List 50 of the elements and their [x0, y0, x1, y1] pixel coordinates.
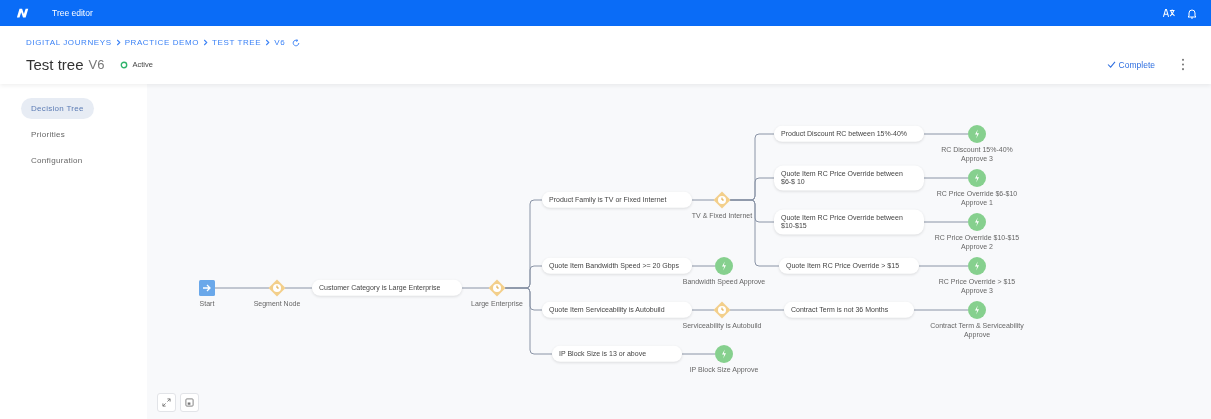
approve-node-icon[interactable]: [715, 257, 733, 275]
segment-node-icon[interactable]: [268, 279, 286, 297]
segment-node-icon[interactable]: [488, 279, 506, 297]
connector-line: [691, 265, 716, 267]
connector-line: [284, 287, 313, 289]
sidebar-item[interactable]: Configuration: [21, 150, 93, 171]
approve-node-icon[interactable]: [968, 257, 986, 275]
connector-line: [913, 309, 969, 311]
connector-line: [923, 221, 969, 223]
connector-line: [461, 287, 490, 289]
sidebar-item[interactable]: Decision Tree: [21, 98, 94, 119]
check-icon: [1106, 61, 1116, 68]
approve-node-icon[interactable]: [968, 301, 986, 319]
expand-icon: [162, 398, 171, 407]
notifications-icon[interactable]: [1187, 7, 1197, 19]
breadcrumb-link[interactable]: PRACTICE DEMO: [124, 38, 200, 47]
version-label: V6: [88, 57, 105, 72]
approve-node-icon[interactable]: [715, 345, 733, 363]
connector-line: [214, 287, 270, 289]
connector-line: [691, 199, 715, 201]
approve-node-icon[interactable]: [968, 169, 986, 187]
app-title: Tree editor: [52, 8, 93, 18]
approve-node-icon[interactable]: [968, 213, 986, 231]
translate-icon[interactable]: [1163, 8, 1175, 18]
connector-line: [691, 309, 715, 311]
chevron-right-icon: [265, 39, 271, 46]
chevron-right-icon: [203, 39, 209, 46]
connector-line: [918, 265, 969, 267]
segment-node-icon[interactable]: [713, 191, 731, 209]
chevron-right-icon: [115, 39, 121, 46]
start-node-icon[interactable]: [199, 280, 215, 296]
page-title: Test tree: [26, 56, 84, 73]
breadcrumb-link[interactable]: V6: [274, 38, 286, 47]
logo-icon: [16, 8, 30, 18]
connector-line: [923, 133, 969, 135]
connector-line: [729, 309, 785, 311]
complete-button[interactable]: Complete: [1102, 57, 1159, 72]
expand-button[interactable]: [157, 393, 176, 412]
breadcrumb-link[interactable]: DIGITAL JOURNEYS: [26, 38, 112, 47]
connector-line: [681, 353, 716, 355]
more-options-icon[interactable]: [1181, 58, 1185, 71]
status-icon: [120, 60, 129, 69]
approve-node-icon[interactable]: [968, 125, 986, 143]
segment-node-icon[interactable]: [713, 301, 731, 319]
sidebar-item[interactable]: Priorities: [21, 124, 76, 145]
fit-view-icon: [185, 398, 194, 407]
refresh-icon[interactable]: [292, 38, 301, 47]
connector-line: [923, 177, 969, 179]
fit-view-button[interactable]: [180, 393, 199, 412]
breadcrumb-link[interactable]: TEST TREE: [212, 38, 262, 47]
